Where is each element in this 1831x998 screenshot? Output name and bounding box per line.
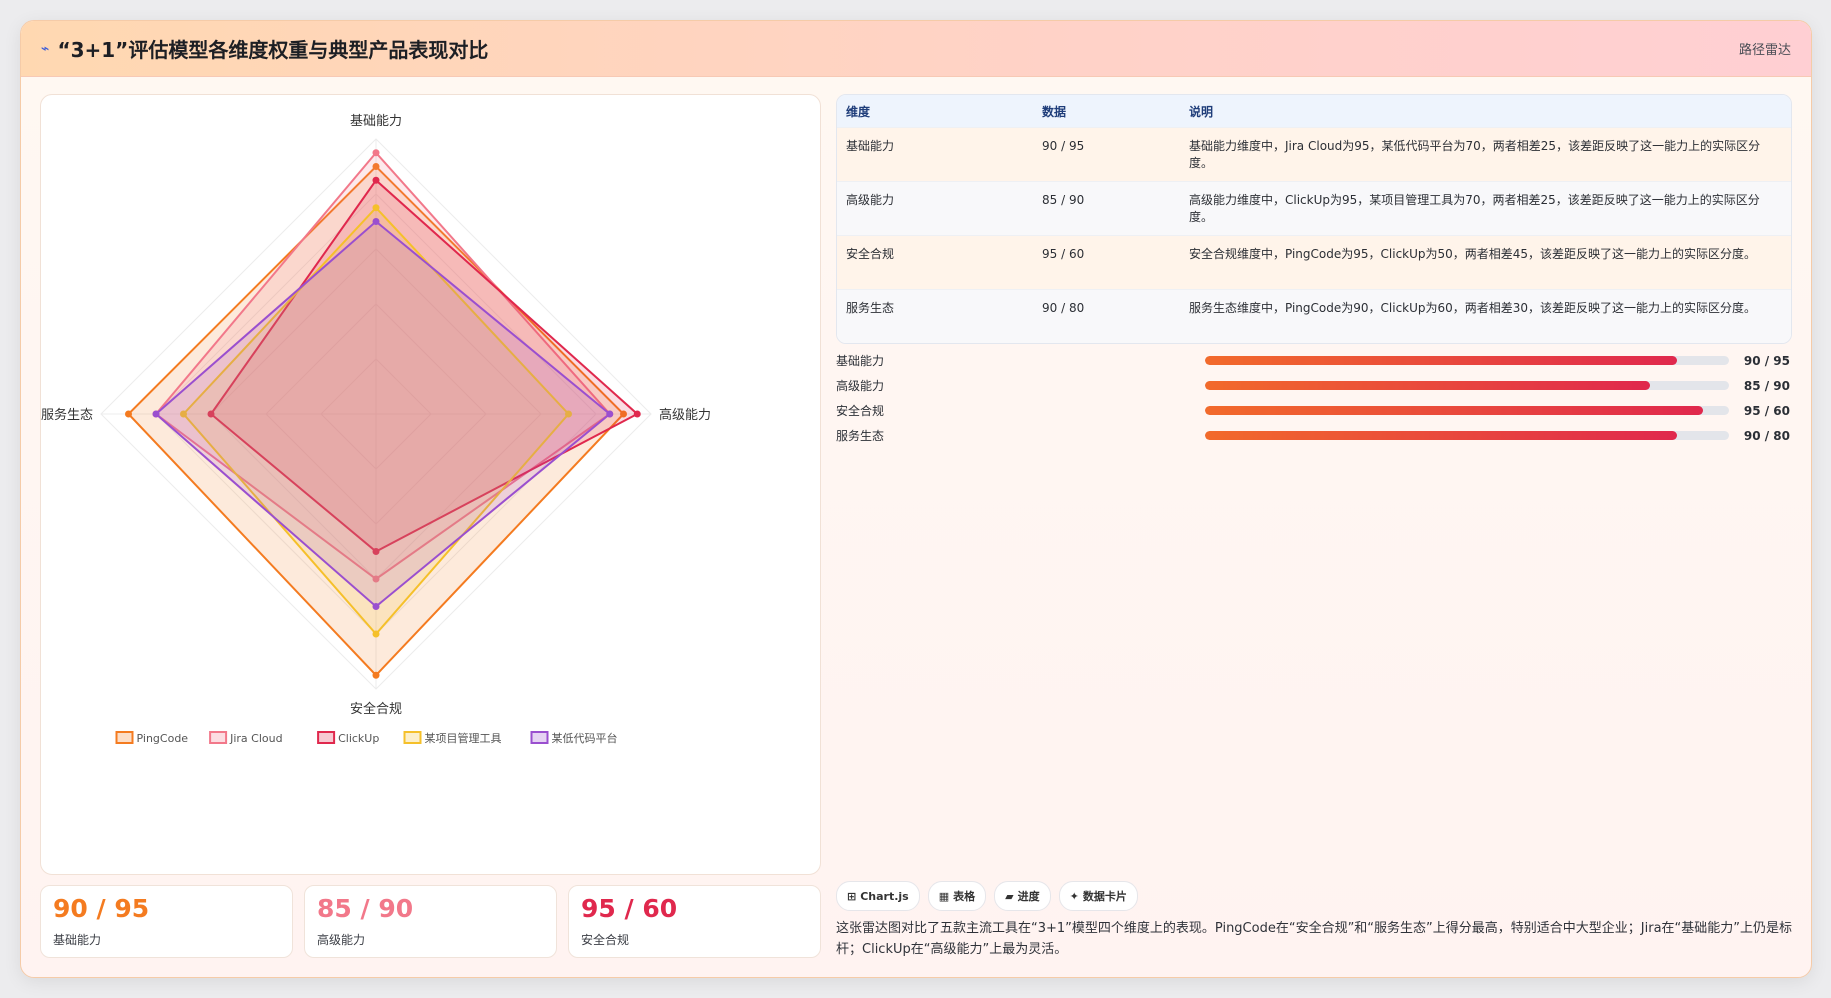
progress-row: 安全合规 95 / 60 — [836, 398, 1790, 423]
table-row: 基础能力 90 / 95 基础能力维度中，Jira Cloud为95，某低代码平… — [837, 127, 1791, 182]
legend-label: ClickUp — [338, 732, 379, 745]
cell-data: 90 / 80 — [1033, 289, 1180, 343]
radar-data-point — [633, 410, 641, 418]
progress-label: 安全合规 — [836, 404, 885, 418]
legend-label: 某低代码平台 — [552, 731, 618, 745]
radar-chart-panel: 基础能力高级能力安全合规 服务生态 PingCode Jira Cloud ClickU… — [40, 94, 821, 875]
cell-dimension: 安全合规 — [837, 235, 1033, 290]
progress-row: 服务生态 90 / 80 — [836, 423, 1790, 448]
table-row: 服务生态 90 / 80 服务生态维度中，PingCode为90，ClickUp… — [837, 289, 1791, 343]
stat-card: 95 / 60 安全合规 — [568, 885, 821, 958]
radar-axis-label: 服务生态 — [41, 407, 93, 423]
table-icon: ▦ — [938, 889, 950, 903]
legend-swatch — [530, 731, 549, 744]
page-title: “3+1”评估模型各维度权重与典型产品表现对比 — [57, 38, 489, 62]
card-header: ⌁ “3+1”评估模型各维度权重与典型产品表现对比 路径雷达 — [21, 21, 1811, 77]
progress-icon: ▰ — [1005, 889, 1014, 903]
cell-dimension: 基础能力 — [837, 127, 1033, 182]
data-table: 维度 数据 说明 基础能力 90 / 95 基础能力维度中，Jira Cloud… — [836, 94, 1792, 344]
cell-data: 95 / 60 — [1033, 235, 1180, 290]
progress-fill — [1205, 406, 1703, 415]
chip-label: Chart.js — [860, 889, 909, 903]
stat-label: 高级能力 — [317, 933, 366, 947]
summary-text: 这张雷达图对比了五款主流工具在“3+1”模型四个维度上的表现。PingCode在… — [836, 921, 1793, 957]
chart-icon: ⌁ — [41, 40, 50, 57]
chip-progress[interactable]: ▰ 进度 — [994, 881, 1051, 911]
progress-fill — [1205, 381, 1651, 390]
grid-icon: ⊞ — [847, 889, 857, 903]
chip-label: 数据卡片 — [1082, 890, 1127, 903]
table-row: 高级能力 85 / 90 高级能力维度中，ClickUp为95，某项目管理工具为… — [837, 181, 1791, 236]
stat-label: 安全合规 — [581, 933, 630, 947]
progress-value: 95 / 60 — [1743, 403, 1790, 418]
header-tag: 路径雷达 — [1738, 43, 1791, 58]
chip-label: 进度 — [1017, 890, 1040, 903]
column-header-description: 说明 — [1180, 95, 1791, 128]
legend-label: 某项目管理工具 — [425, 731, 502, 745]
table-row: 安全合规 95 / 60 安全合规维度中，PingCode为95，ClickUp… — [837, 235, 1791, 290]
stat-value: 85 / 90 — [317, 894, 414, 923]
progress-track — [1205, 381, 1729, 390]
progress-bars: 基础能力 90 / 95 高级能力 85 / 90 安全合规 95 / 60 服… — [836, 348, 1790, 448]
progress-value: 90 / 80 — [1743, 428, 1790, 443]
stat-value: 90 / 95 — [53, 894, 150, 923]
cell-data: 85 / 90 — [1033, 181, 1180, 236]
report-card: ⌁ “3+1”评估模型各维度权重与典型产品表现对比 路径雷达 基础能力 高级能力安… — [20, 20, 1812, 978]
radar-chart: 基础能力高级能力安全合规 服务生态 PingCode Jira Cloud ClickU… — [41, 114, 711, 745]
table-header-row: 维度 数据 说明 — [837, 95, 1791, 128]
cell-description: 基础能力维度中，Jira Cloud为95，某低代码平台为70，两者相差25，该… — [1180, 127, 1791, 182]
chip-label: 表格 — [953, 890, 976, 903]
column-header-data: 数据 — [1033, 95, 1180, 128]
cell-description: 服务生态维度中，PingCode为90，ClickUp为60，两者相差30，该差… — [1180, 289, 1791, 343]
header-title-group: ⌁ “3+1”评估模型各维度权重与典型产品表现对比 — [41, 34, 488, 63]
radar-series-area — [154, 220, 612, 608]
legend-label: Jira Cloud — [229, 732, 282, 745]
stat-label: 基础能力 — [53, 933, 102, 947]
chip-chartjs[interactable]: ⊞ Chart.js — [836, 881, 920, 911]
stat-value: 95 / 60 — [581, 894, 678, 923]
progress-value: 90 / 95 — [1743, 353, 1790, 368]
radar-data-point — [606, 410, 614, 418]
cell-data: 90 / 95 — [1033, 127, 1180, 182]
progress-track — [1205, 406, 1729, 415]
progress-fill — [1205, 431, 1677, 440]
legend-swatch — [209, 731, 228, 744]
stat-card: 90 / 95 基础能力 — [40, 885, 293, 958]
chip-data-cards[interactable]: ✦ 数据卡片 — [1058, 881, 1138, 911]
cell-dimension: 服务生态 — [837, 289, 1033, 343]
column-header-dimension: 维度 — [837, 95, 1033, 128]
legend-label: PingCode — [137, 732, 189, 745]
radar-data-point — [372, 671, 380, 679]
radar-data-point — [372, 630, 380, 638]
radar-axis-label: 基础能力 — [350, 114, 402, 129]
progress-track — [1205, 431, 1729, 440]
legend-swatch — [115, 731, 134, 744]
progress-row: 基础能力 90 / 95 — [836, 348, 1790, 373]
radar-data-point — [152, 410, 160, 418]
cell-dimension: 高级能力 — [837, 181, 1033, 236]
radar-data-point — [372, 218, 380, 225]
sparkle-icon: ✦ — [1069, 889, 1079, 903]
progress-row: 高级能力 85 / 90 — [836, 373, 1790, 398]
progress-value: 85 / 90 — [1743, 378, 1790, 393]
cell-description: 安全合规维度中，PingCode为95，ClickUp为50，两者相差45，该差… — [1180, 235, 1791, 290]
progress-label: 高级能力 — [836, 379, 885, 393]
progress-track — [1205, 356, 1729, 365]
cell-description: 高级能力维度中，ClickUp为95，某项目管理工具为70，两者相差25，该差距… — [1180, 181, 1791, 236]
progress-label: 服务生态 — [836, 429, 885, 443]
radar-data-point — [372, 149, 380, 157]
progress-fill — [1205, 356, 1677, 365]
chip-table[interactable]: ▦ 表格 — [927, 881, 987, 911]
legend-swatch — [317, 731, 336, 744]
progress-label: 基础能力 — [836, 354, 885, 368]
radar-data-point — [372, 176, 380, 184]
stat-card: 85 / 90 高级能力 — [304, 885, 557, 958]
radar-data-point — [372, 204, 380, 212]
chip-group: ⊞ Chart.js ▦ 表格 ▰ 进度 ✦ 数据卡片 — [836, 881, 1138, 911]
radar-axis-label: 高级能力 — [659, 407, 711, 423]
radar-axis-label: 安全合规 — [350, 701, 402, 717]
radar-data-point — [125, 410, 132, 418]
legend-swatch — [403, 731, 422, 744]
radar-data-point — [372, 603, 380, 610]
